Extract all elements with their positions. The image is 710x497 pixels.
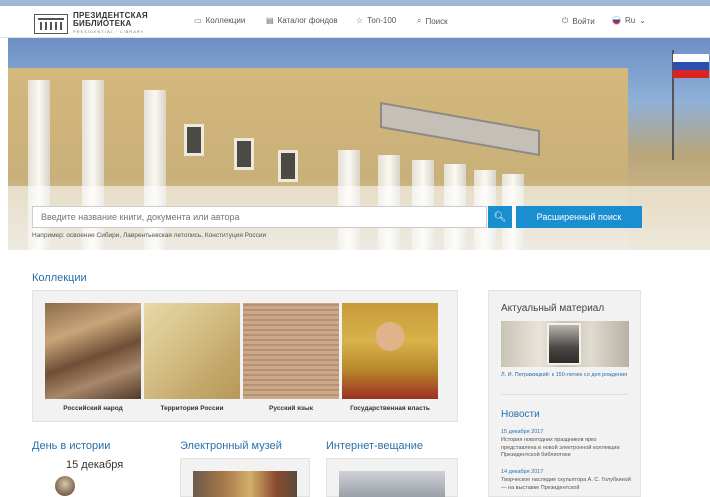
collections-title: Коллекции <box>32 272 87 284</box>
broadcast-preview-image[interactable] <box>339 471 445 497</box>
power-icon: ⏻ <box>562 16 569 25</box>
language-selector[interactable]: Ru ⌄ <box>612 16 646 25</box>
login-button[interactable]: ⏻ Войти <box>562 16 595 26</box>
museum-panel <box>180 458 310 497</box>
library-logo[interactable]: ПРЕЗИДЕНТСКАЯ БИБЛИОТЕКА PRESIDENTIAL · … <box>34 12 148 36</box>
museum-title: Электронный музей <box>180 440 282 452</box>
collection-image-territory <box>144 303 240 399</box>
collection-image-people <box>45 303 141 399</box>
portrait-image <box>547 323 581 365</box>
collection-caption: Российский народ <box>63 405 123 412</box>
collection-card[interactable]: Российский народ <box>45 303 141 412</box>
collection-image-language <box>243 303 339 399</box>
login-label: Войти <box>572 16 595 26</box>
logo-line-3: PRESIDENTIAL · LIBRARY <box>73 29 145 34</box>
day-in-history-date: 15 декабря <box>66 459 124 471</box>
advanced-search-button[interactable]: Расширенный поиск <box>516 206 642 228</box>
window <box>184 124 204 156</box>
logo-text: ПРЕЗИДЕНТСКАЯ БИБЛИОТЕКА PRESIDENTIAL · … <box>73 12 148 36</box>
russian-flag-image <box>673 54 709 78</box>
sidebar-panel: Актуальный материал Л. И. Петражицкий: к… <box>488 290 641 497</box>
nav-collections-label: Коллекции <box>205 16 246 25</box>
avatar[interactable] <box>55 476 75 496</box>
window <box>234 138 254 170</box>
language-label: Ru <box>625 16 636 25</box>
nav-catalog-label: Каталог фондов <box>277 16 338 25</box>
news-item[interactable]: История новогодних праздников ярко предс… <box>501 437 631 460</box>
nav-search[interactable]: ⌕ Поиск <box>417 16 448 26</box>
news-date: 14 декабря 2017 <box>501 469 544 475</box>
search-button[interactable]: 🔍︎ <box>488 206 512 228</box>
search-input[interactable] <box>32 206 487 228</box>
day-in-history-title: День в истории <box>32 440 111 452</box>
catalog-icon: ▤ <box>266 16 274 25</box>
divider <box>501 394 628 395</box>
news-title: Новости <box>501 409 540 420</box>
collection-card[interactable]: Русский язык <box>243 303 339 412</box>
collection-caption: Государственная власть <box>350 405 430 412</box>
collection-card[interactable]: Территория России <box>144 303 240 412</box>
star-icon: ☆ <box>356 16 364 25</box>
site-header: ПРЕЗИДЕНТСКАЯ БИБЛИОТЕКА PRESIDENTIAL · … <box>0 6 710 38</box>
search-example: Например: освоение Сибири, Лаврентьевска… <box>32 232 267 239</box>
collection-card[interactable]: Государственная власть <box>342 303 438 412</box>
nav-collections[interactable]: ▭ Коллекции <box>194 16 245 25</box>
collection-caption: Территория России <box>160 405 224 412</box>
news-date: 15 декабря 2017 <box>501 429 544 435</box>
collection-image-power <box>342 303 438 399</box>
search-icon: ⌕ <box>417 16 422 25</box>
nav-top100[interactable]: ☆ Топ-100 <box>356 16 396 25</box>
current-material-link[interactable]: Л. И. Петражицкий: к 150-летию со дня ро… <box>501 371 631 379</box>
search-icon: 🔍︎ <box>493 211 507 223</box>
logo-line-2: БИБЛИОТЕКА <box>73 19 132 28</box>
library-building-icon <box>34 14 68 34</box>
current-material-title: Актуальный материал <box>501 303 605 314</box>
broadcast-title: Интернет-вещание <box>326 440 424 452</box>
nav-search-label: Поиск <box>425 16 448 26</box>
window <box>278 150 298 182</box>
russian-flag-icon <box>612 16 621 25</box>
museum-preview-image[interactable] <box>193 471 297 497</box>
news-item[interactable]: Творческое наследие скульптора А. С. Гол… <box>501 477 631 492</box>
collections-panel: Российский народ Территория России Русск… <box>32 290 458 422</box>
book-icon: ▭ <box>194 16 202 25</box>
collection-caption: Русский язык <box>269 405 313 412</box>
chevron-down-icon: ⌄ <box>639 16 646 25</box>
nav-catalog[interactable]: ▤ Каталог фондов <box>266 16 338 25</box>
current-material-image[interactable] <box>501 321 629 367</box>
nav-top100-label: Топ-100 <box>367 16 397 25</box>
broadcast-panel <box>326 458 458 497</box>
